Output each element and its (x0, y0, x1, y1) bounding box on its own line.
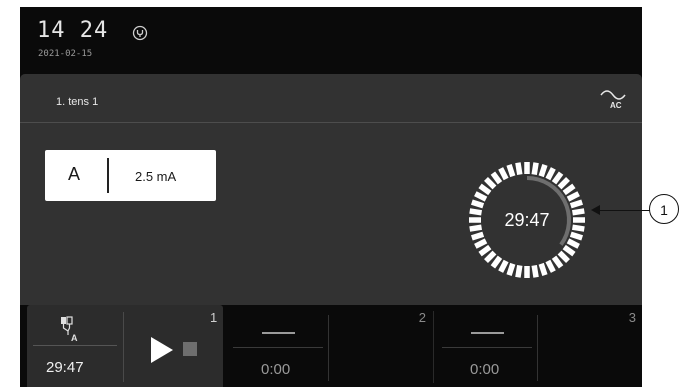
ring-segment (478, 183, 492, 196)
ring-segment (531, 162, 539, 175)
channel-a-card[interactable]: A 2.5 mA (45, 150, 216, 201)
power-plug-icon (132, 25, 148, 41)
callout-arrow-icon (591, 205, 600, 215)
ring-segment (490, 255, 503, 269)
ring-segment (474, 191, 488, 202)
ring-segment (478, 244, 492, 257)
ring-segment (572, 208, 585, 216)
ring-segment (470, 231, 485, 241)
callout-number: 1 (660, 202, 668, 218)
ac-label: AC (610, 101, 622, 110)
ring-segment (557, 177, 570, 190)
slot-separator (123, 312, 124, 382)
play-button[interactable] (151, 337, 173, 363)
slot-time: 0:00 (261, 361, 291, 378)
ring-segment (515, 162, 523, 175)
slot-divider-line (233, 347, 323, 348)
slot-number: 1 (210, 310, 218, 325)
ring-segment (569, 199, 584, 209)
ring-segment (545, 259, 556, 273)
ring-segment (572, 224, 585, 232)
program-slot-2[interactable]: 2 0:00 (227, 305, 432, 387)
program-panel: 1. tens 1 AC A 2.5 mA 29:47 (20, 74, 642, 305)
ring-segment (490, 171, 503, 185)
slot-divider-line (33, 345, 117, 346)
ring-segment (551, 171, 564, 185)
panel-divider (20, 122, 642, 123)
timer-remaining: 29:47 (504, 210, 549, 230)
slot-border (433, 311, 434, 383)
slot-separator (328, 315, 329, 381)
ring-segment (566, 238, 580, 249)
ring-segment (470, 199, 485, 209)
ring-segment (557, 250, 570, 263)
ring-segment (498, 167, 509, 181)
slot-time: 0:00 (470, 361, 500, 378)
clock-time: 14 24 (37, 18, 109, 43)
slot-separator (537, 315, 538, 381)
slot-number: 2 (418, 310, 426, 325)
program-slot-1[interactable]: 1 A 29:47 (27, 305, 223, 387)
ring-segment (506, 262, 516, 277)
ring-segment (506, 163, 516, 178)
callout-line (598, 210, 650, 211)
program-slots: 1 A 29:47 2 0:00 3 0:00 (20, 305, 642, 387)
ring-segment (562, 244, 576, 257)
card-separator (107, 158, 109, 193)
ring-segment (566, 191, 580, 202)
ring-segment (569, 231, 584, 241)
timer-ring: 29:47 (469, 162, 585, 278)
callout-marker: 1 (649, 194, 679, 224)
stop-button[interactable] (183, 342, 197, 356)
clock-date: 2021-02-15 (38, 49, 93, 59)
ring-segment (538, 163, 548, 178)
ring-segment (545, 167, 556, 181)
slot-number: 3 (628, 310, 636, 325)
slot-time: 29:47 (46, 359, 84, 376)
ring-segment (484, 250, 497, 263)
ring-segment (469, 208, 482, 216)
ring-segment (474, 238, 488, 249)
ring-segment (484, 177, 497, 190)
ring-segment (551, 255, 564, 269)
channel-amplitude: 2.5 mA (135, 169, 177, 184)
ring-segment (515, 265, 523, 278)
ring-segment (562, 183, 576, 196)
electrode-icon: A (61, 316, 78, 343)
program-name: 1. tens 1 (56, 96, 99, 108)
empty-slot-dash (262, 332, 295, 334)
ring-segment (469, 224, 482, 232)
empty-slot-dash (471, 332, 504, 334)
ring-segment (538, 262, 548, 277)
ring-segment (498, 259, 509, 273)
channel-letter: A (68, 164, 81, 184)
electrode-label: A (71, 333, 78, 343)
ring-segment (531, 265, 539, 278)
program-slot-3[interactable]: 3 0:00 (436, 305, 642, 387)
slot-divider-line (442, 347, 532, 348)
device-screen: 14 24 2021-02-15 1. tens 1 AC A 2.5 mA 2… (20, 7, 642, 387)
